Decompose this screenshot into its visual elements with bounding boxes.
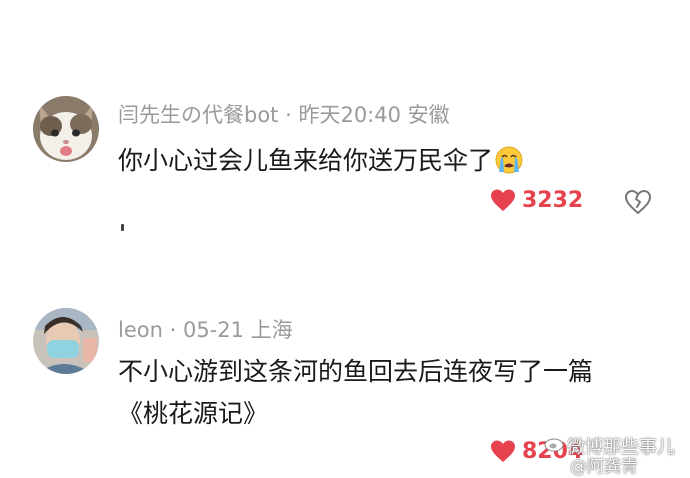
- weibo-logo-icon: [544, 436, 565, 452]
- avatar[interactable]: [33, 96, 99, 162]
- watermark-handle: @阿龚青: [570, 457, 638, 477]
- comment-meta: leon · 05-21 上海: [118, 314, 293, 344]
- like-button[interactable]: 3232: [490, 188, 583, 213]
- location: 安徽: [407, 103, 450, 127]
- loudly-crying-face-icon: [495, 146, 523, 174]
- comment-text: 你小心过会儿鱼来给你送万民伞了: [118, 140, 638, 182]
- comment-text: 不小心游到这条河的鱼回去后连夜写了一篇《桃花源记》: [118, 357, 594, 428]
- heart-icon: [491, 189, 515, 211]
- location: 上海: [250, 318, 293, 342]
- meta-separator: ·: [278, 103, 299, 127]
- timestamp: 昨天20:40: [298, 103, 401, 127]
- like-count: 3232: [522, 188, 584, 213]
- heart-icon: [491, 440, 515, 462]
- broken-heart-icon[interactable]: [624, 188, 652, 216]
- comment-meta: 闫先生の代餐bot · 昨天20:40 安徽: [118, 99, 450, 129]
- meta-separator: ·: [162, 318, 183, 342]
- avatar[interactable]: [33, 308, 99, 374]
- timestamp: 05-21: [182, 318, 244, 342]
- stray-mark: [121, 224, 124, 231]
- comment-text-content: 你小心过会儿鱼来给你送万民伞了: [118, 146, 494, 175]
- author-name[interactable]: 闫先生の代餐bot: [118, 103, 278, 127]
- person-avatar-image: [33, 308, 99, 374]
- author-name[interactable]: leon: [118, 318, 163, 342]
- cat-avatar-image: [33, 96, 99, 162]
- comment-1: 闫先生の代餐bot · 昨天20:40 安徽 你小心过会儿鱼来给你送万民伞了 3…: [0, 0, 690, 250]
